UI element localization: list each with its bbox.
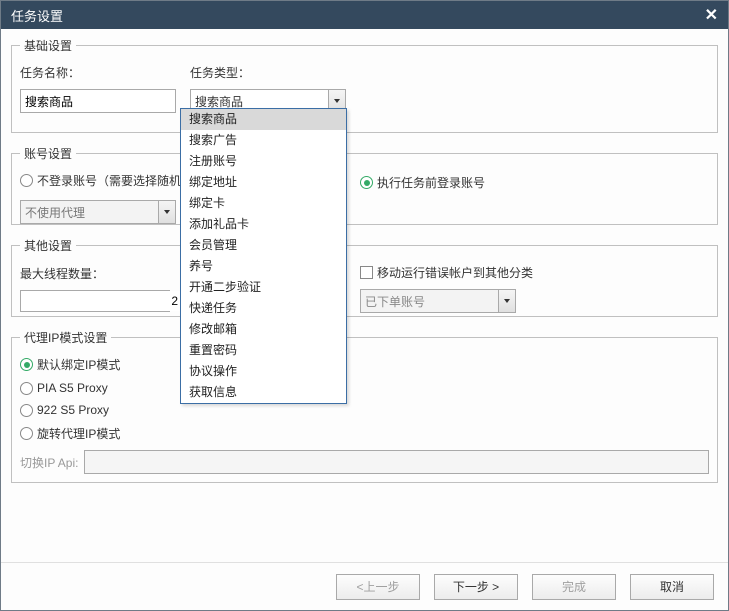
finish-button[interactable]: 完成	[532, 574, 616, 600]
radio-pia-s5-label: PIA S5 Proxy	[37, 381, 108, 395]
radio-no-login[interactable]: 不登录账号（需要选择随机	[20, 172, 181, 189]
group-account-legend: 账号设置	[20, 145, 76, 162]
dialog-footer: <上一步 下一步 > 完成 取消	[1, 562, 728, 610]
cancel-button[interactable]: 取消	[630, 574, 714, 600]
radio-rotate[interactable]: 旋转代理IP模式	[20, 425, 709, 442]
task-type-option[interactable]: 协议操作	[181, 361, 346, 382]
radio-922-s5-label: 922 S5 Proxy	[37, 403, 109, 417]
task-type-option[interactable]: 会员管理	[181, 235, 346, 256]
group-basic-legend: 基础设置	[20, 37, 76, 54]
close-icon[interactable]: ✕	[705, 5, 718, 25]
titlebar: 任务设置 ✕	[1, 1, 728, 29]
switch-ip-api-input[interactable]	[84, 450, 709, 474]
task-type-option[interactable]: 绑定地址	[181, 172, 346, 193]
radio-default-bind[interactable]: 默认绑定IP模式	[20, 356, 709, 373]
task-type-option[interactable]: 搜索广告	[181, 130, 346, 151]
radio-login-before-task-label: 执行任务前登录账号	[377, 174, 485, 191]
task-type-option[interactable]: 修改邮箱	[181, 319, 346, 340]
task-type-option[interactable]: 重置密码	[181, 340, 346, 361]
task-settings-window: 任务设置 ✕ 基础设置 任务名称： 任务类型： 搜索商品	[0, 0, 729, 611]
ordered-account-selected: 已下单账号	[361, 293, 498, 310]
task-type-option[interactable]: 快递任务	[181, 298, 346, 319]
max-threads-spinner[interactable]	[20, 290, 170, 312]
prev-button[interactable]: <上一步	[336, 574, 420, 600]
max-threads-input[interactable]	[21, 291, 182, 311]
radio-pia-s5[interactable]: PIA S5 Proxy	[20, 381, 709, 395]
radio-922-s5[interactable]: 922 S5 Proxy	[20, 403, 709, 417]
switch-ip-api-label: 切换IP Api:	[20, 454, 78, 471]
radio-no-login-label: 不登录账号（需要选择随机	[37, 172, 181, 189]
task-type-option[interactable]: 获取信息	[181, 382, 346, 403]
task-type-label: 任务类型：	[190, 64, 360, 81]
task-type-option[interactable]: 搜索商品	[181, 109, 346, 130]
task-type-option[interactable]: 注册账号	[181, 151, 346, 172]
next-button[interactable]: 下一步 >	[434, 574, 518, 600]
task-name-input[interactable]	[20, 89, 176, 113]
group-proxy-mode-legend: 代理IP模式设置	[20, 329, 111, 346]
chevron-down-icon[interactable]	[498, 290, 515, 312]
task-type-option[interactable]: 绑定卡	[181, 193, 346, 214]
task-type-option[interactable]: 添加礼品卡	[181, 214, 346, 235]
ordered-account-combo[interactable]: 已下单账号	[360, 289, 516, 313]
window-title: 任务设置	[11, 6, 63, 25]
radio-login-before-task[interactable]: 执行任务前登录账号	[360, 174, 485, 191]
task-type-option[interactable]: 养号	[181, 256, 346, 277]
task-name-label: 任务名称：	[20, 64, 190, 81]
group-other-legend: 其他设置	[20, 237, 76, 254]
proxy-selected: 不使用代理	[21, 204, 158, 221]
group-proxy-mode: 代理IP模式设置 默认绑定IP模式 PIA S5 Proxy 922 S5 Pr…	[11, 329, 718, 483]
dialog-body: 基础设置 任务名称： 任务类型： 搜索商品 账号设置	[1, 29, 728, 562]
task-type-dropdown[interactable]: 搜索商品搜索广告注册账号绑定地址绑定卡添加礼品卡会员管理养号开通二步验证快递任务…	[180, 108, 347, 404]
group-basic: 基础设置 任务名称： 任务类型： 搜索商品	[11, 37, 718, 133]
check-move-error-label: 移动运行错误帐户到其他分类	[377, 264, 533, 281]
task-type-selected: 搜索商品	[191, 93, 328, 110]
radio-default-bind-label: 默认绑定IP模式	[37, 356, 120, 373]
group-account: 账号设置 不登录账号（需要选择随机 执行任务前登录账号 不使	[11, 145, 718, 225]
proxy-combo[interactable]: 不使用代理	[20, 200, 176, 224]
check-move-error[interactable]: 移动运行错误帐户到其他分类	[360, 264, 533, 281]
group-other: 其他设置 最大线程数量： 移动运行错误帐户到其他分类	[11, 237, 718, 317]
task-type-option[interactable]: 开通二步验证	[181, 277, 346, 298]
radio-rotate-label: 旋转代理IP模式	[37, 425, 120, 442]
chevron-down-icon[interactable]	[158, 201, 175, 223]
